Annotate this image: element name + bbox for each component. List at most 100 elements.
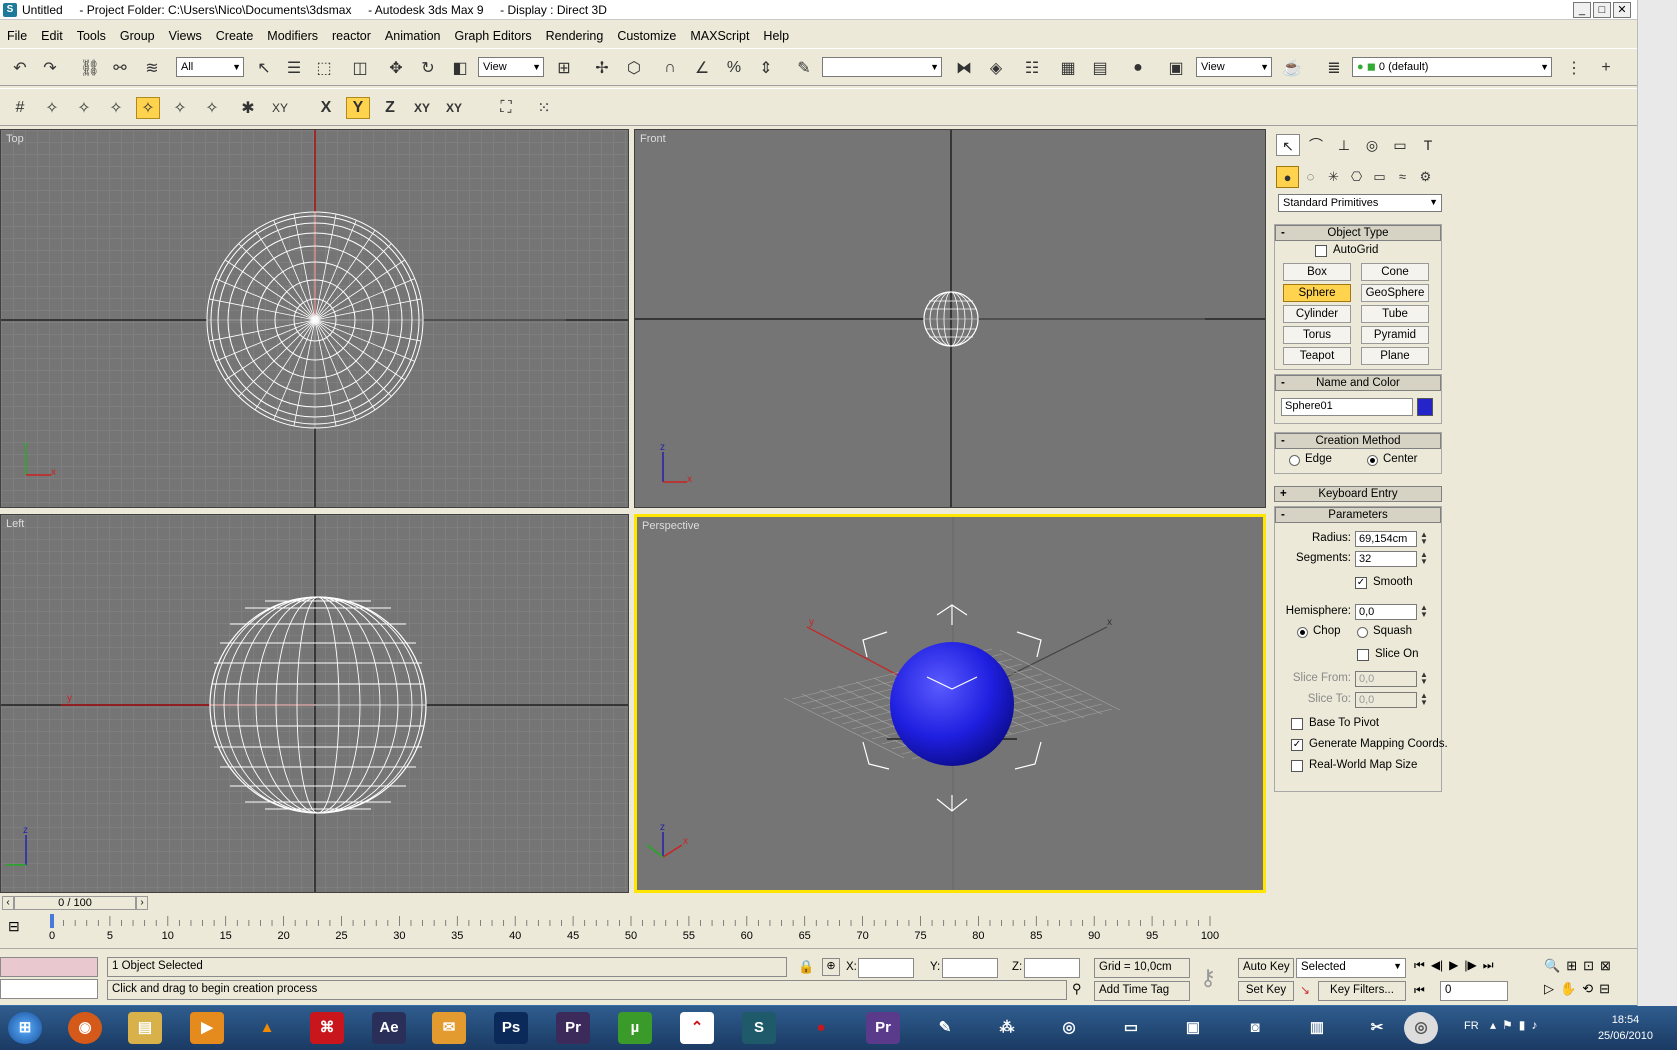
edge-radio[interactable]: [1289, 455, 1300, 466]
absolute-mode-icon[interactable]: ⊕: [822, 958, 840, 976]
keyboard-shortcut-icon[interactable]: ⬡: [622, 57, 646, 79]
move-icon[interactable]: ✥: [384, 57, 408, 79]
key-mode-toggle-icon[interactable]: ⏮: [1414, 983, 1425, 998]
time-slider-thumb[interactable]: 0 / 100: [14, 896, 136, 910]
slice-to-spinner[interactable]: 0,0 ▲ ▼: [1355, 692, 1428, 708]
time-slider[interactable]: ‹ 0 / 100 ›: [0, 894, 1270, 912]
slice-from-spinner[interactable]: 0,0 ▲ ▼: [1355, 671, 1428, 687]
systems-icon[interactable]: ⚙: [1414, 166, 1437, 188]
previous-frame-icon[interactable]: ◀|: [1431, 958, 1443, 973]
snap-pivot-icon[interactable]: ✱: [236, 97, 260, 119]
field-of-view-icon[interactable]: ▷: [1544, 981, 1554, 997]
spinner-snap-icon[interactable]: ⇕: [754, 57, 778, 79]
avira-icon[interactable]: ⌃: [680, 1012, 714, 1044]
zoom-all-icon[interactable]: ⊞: [1566, 958, 1577, 974]
tray-flag-icon[interactable]: ⚑: [1502, 1018, 1513, 1032]
named-selection-dropdown[interactable]: ▼: [822, 57, 942, 77]
spacewarps-icon[interactable]: ≈: [1391, 166, 1414, 188]
key-mode-dropdown[interactable]: Selected ▼: [1296, 958, 1406, 978]
render-type-dropdown[interactable]: View ▼: [1196, 57, 1272, 77]
object-type-header[interactable]: - Object Type: [1275, 225, 1441, 241]
network-icon[interactable]: ⁂: [990, 1012, 1024, 1044]
snap-center-icon[interactable]: ✧: [200, 97, 224, 119]
render-scene-icon[interactable]: ▣: [1164, 57, 1188, 79]
snap-vertex-icon[interactable]: ✧: [40, 97, 64, 119]
vlc-icon[interactable]: ▲: [250, 1012, 284, 1044]
maximize-button[interactable]: □: [1593, 2, 1611, 18]
menu-views[interactable]: Views: [162, 27, 209, 47]
link-icon[interactable]: ⛓: [78, 57, 102, 79]
reference-coord-dropdown[interactable]: View ▼: [478, 57, 544, 77]
create-layer-icon[interactable]: +: [1594, 57, 1618, 79]
rotate-icon[interactable]: ↻: [416, 57, 440, 79]
menu-group[interactable]: Group: [113, 27, 162, 47]
slice-on-checkbox[interactable]: [1357, 649, 1369, 661]
media-icon[interactable]: ●: [804, 1012, 838, 1044]
motion-tab-icon[interactable]: ◎: [1360, 134, 1384, 156]
snap-endpoint-icon[interactable]: ✧: [72, 97, 96, 119]
rect-selection-icon[interactable]: ⬚: [312, 57, 336, 79]
key-icon[interactable]: ⚷: [1200, 965, 1216, 991]
set-key-button[interactable]: Set Key: [1238, 981, 1294, 1001]
zoom-icon[interactable]: 🔍: [1544, 958, 1560, 974]
viewport-top[interactable]: y x Top: [0, 129, 629, 508]
viewport-front[interactable]: z x Front: [634, 129, 1266, 508]
arc-rotate-icon[interactable]: ⟲: [1582, 981, 1593, 997]
z-coord-input[interactable]: [1024, 958, 1080, 978]
menu-rendering[interactable]: Rendering: [539, 27, 611, 47]
chop-radio[interactable]: [1297, 627, 1308, 638]
photoshop-icon[interactable]: Ps: [494, 1012, 528, 1044]
language-indicator[interactable]: FR: [1464, 1020, 1479, 1032]
utilities-tab-icon[interactable]: T: [1416, 134, 1440, 156]
acrobat-icon[interactable]: ⌘: [310, 1012, 344, 1044]
snap-xy-icon[interactable]: XY: [268, 97, 292, 119]
name-color-header[interactable]: - Name and Color: [1275, 375, 1441, 391]
go-to-end-icon[interactable]: ⏭: [1483, 958, 1494, 973]
snap-midpoint-icon[interactable]: ✧: [104, 97, 128, 119]
plane-button[interactable]: Plane: [1361, 347, 1429, 365]
pivot-center-icon[interactable]: ⊞: [552, 57, 576, 79]
lock-icon[interactable]: 🔒: [798, 959, 814, 975]
current-frame-input[interactable]: 0: [1440, 981, 1508, 1001]
box-button[interactable]: Box: [1283, 263, 1351, 281]
undo-icon[interactable]: ↶: [8, 57, 32, 79]
explorer-icon[interactable]: ▤: [128, 1012, 162, 1044]
menu-animation[interactable]: Animation: [378, 27, 448, 47]
minimize-button[interactable]: _: [1573, 2, 1591, 18]
axis-x-button[interactable]: X: [314, 97, 338, 119]
window-crossing-icon[interactable]: ◫: [348, 57, 372, 79]
viewport-left-label[interactable]: Left: [6, 518, 24, 530]
shapes-icon[interactable]: ◌: [1299, 166, 1322, 188]
volume-icon[interactable]: ♪: [1531, 1018, 1537, 1032]
material-editor-icon[interactable]: ●: [1126, 57, 1150, 79]
array-icon[interactable]: ⛶: [494, 97, 518, 119]
scatter-icon[interactable]: ⁙: [532, 97, 556, 119]
redo-icon[interactable]: ↷: [38, 57, 62, 79]
menu-graph-editors[interactable]: Graph Editors: [448, 27, 539, 47]
autogrid-checkbox[interactable]: [1315, 245, 1327, 257]
app-icon[interactable]: ✎: [928, 1012, 962, 1044]
select-by-name-icon[interactable]: ☰: [282, 57, 306, 79]
axis-z-button[interactable]: Z: [378, 97, 402, 119]
geosphere-button[interactable]: GeoSphere: [1361, 284, 1429, 302]
hierarchy-tab-icon[interactable]: ⊥: [1332, 134, 1356, 156]
schematic-view-icon[interactable]: ▤: [1088, 57, 1112, 79]
scale-icon[interactable]: ◧: [448, 57, 472, 79]
firefox-icon[interactable]: ◉: [68, 1012, 102, 1044]
teapot-button[interactable]: Teapot: [1283, 347, 1351, 365]
percent-snap-icon[interactable]: %: [722, 57, 746, 79]
zoom-extents-icon[interactable]: ⊡: [1583, 958, 1594, 974]
premiere2-icon[interactable]: Pr: [866, 1012, 900, 1044]
object-name-input[interactable]: Sphere01: [1281, 398, 1413, 416]
menu-customize[interactable]: Customize: [610, 27, 683, 47]
layers-icon[interactable]: ≣: [1322, 57, 1346, 79]
monitor-icon[interactable]: ▭: [1114, 1012, 1148, 1044]
tray-arrow-icon[interactable]: ▴: [1490, 1018, 1496, 1032]
layer-tools-icon[interactable]: ⋮: [1562, 57, 1586, 79]
cd-icon[interactable]: ◎: [1404, 1012, 1438, 1044]
axis-xy-cycle-button[interactable]: XY: [442, 97, 466, 119]
menu-maxscript[interactable]: MAXScript: [683, 27, 756, 47]
tools-icon[interactable]: ✂: [1360, 1012, 1394, 1044]
snap-grid-icon[interactable]: #: [8, 97, 32, 119]
menu-modifiers[interactable]: Modifiers: [260, 27, 325, 47]
